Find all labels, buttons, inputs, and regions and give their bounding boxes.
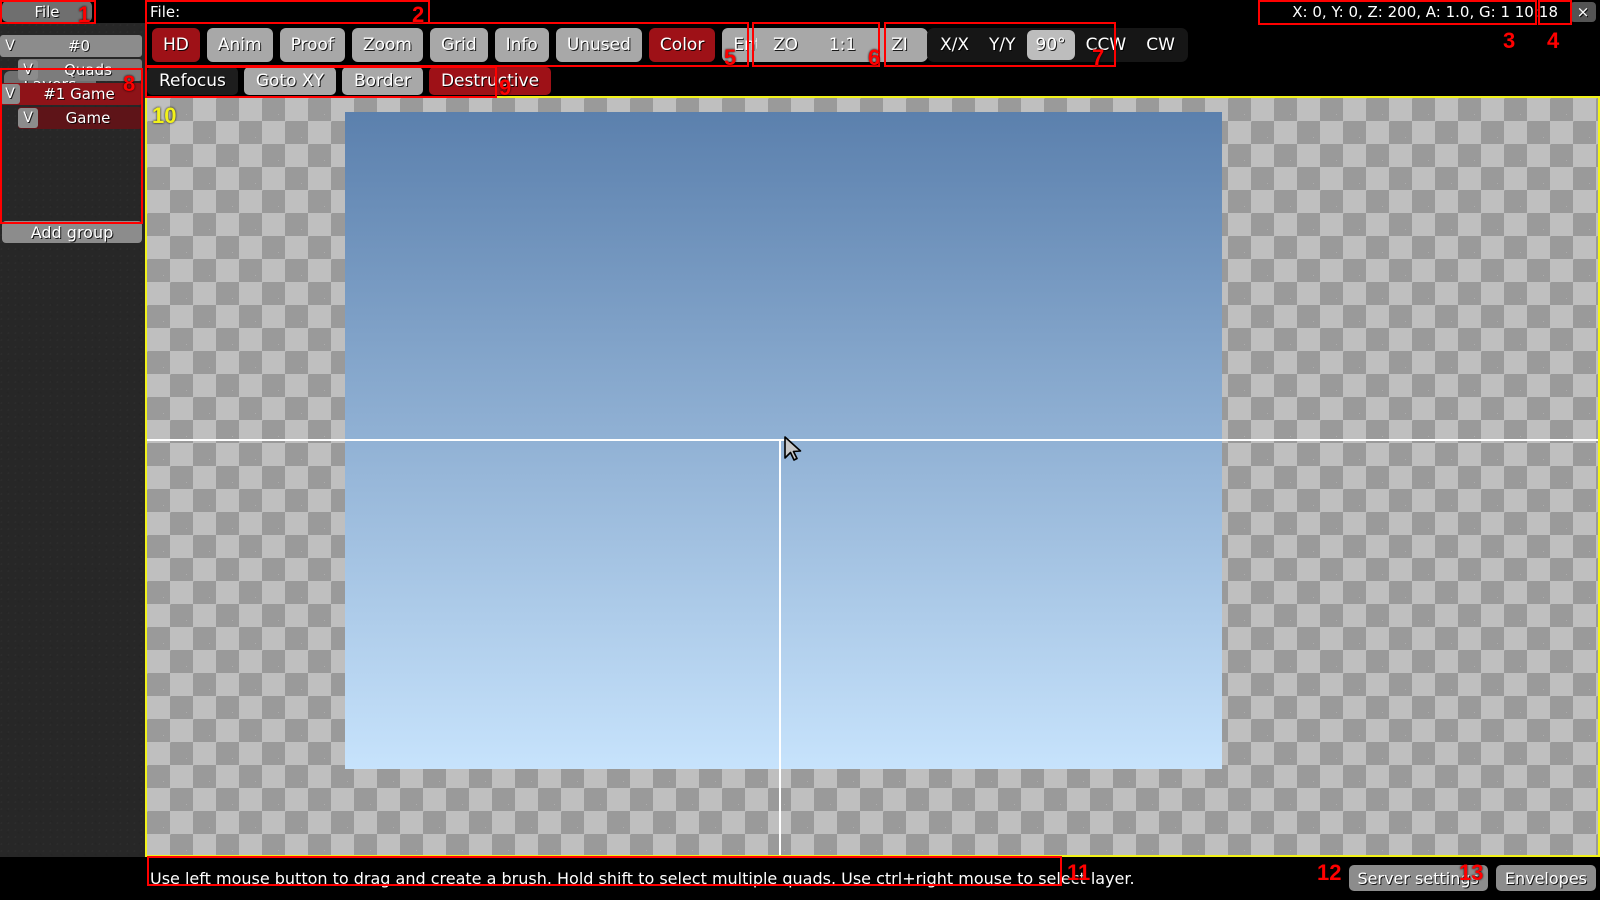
tool-button-refocus[interactable]: Refocus — [147, 67, 238, 95]
title-bar: File File: X: 0, Y: 0, Z: 200, A: 1.0, G… — [0, 0, 1600, 23]
mode-button-info[interactable]: Info — [494, 28, 549, 62]
mode-button-proof[interactable]: Proof — [279, 28, 345, 62]
status-readout: X: 0, Y: 0, Z: 200, A: 1.0, G: 1 10:18 — [1292, 2, 1558, 21]
layer-name-label: Quads — [64, 61, 112, 79]
layer-row[interactable]: V Game — [18, 107, 142, 129]
map-canvas[interactable] — [145, 96, 1600, 857]
transform-button-2[interactable]: 90° — [1026, 30, 1075, 60]
tool-button-goto-xy[interactable]: Goto XY — [243, 67, 336, 95]
layer-row[interactable]: V Quads — [18, 59, 142, 81]
layer-name-label: Game — [65, 109, 111, 127]
zoom-button-2[interactable]: ZI — [871, 28, 928, 62]
layer-row[interactable]: V #1 Game — [0, 83, 142, 105]
layer-visibility-toggle[interactable]: V — [0, 84, 20, 104]
zoom-button-group: ZO 1:1 ZI — [757, 28, 928, 62]
close-icon[interactable]: × — [1570, 2, 1596, 22]
tool-button-border[interactable]: Border — [341, 67, 423, 95]
layers-sidebar: Layers V#0VQuadsV#1 GameVGame Add group — [0, 23, 145, 900]
transform-button-3[interactable]: CCW — [1077, 30, 1136, 60]
mode-button-zoom[interactable]: Zoom — [351, 28, 423, 62]
status-bar: Use left mouse button to drag and create… — [0, 857, 1600, 900]
file-menu-button[interactable]: File — [2, 1, 92, 22]
mode-button-unused[interactable]: Unused — [555, 28, 642, 62]
layer-row[interactable]: V #0 — [0, 35, 142, 57]
transform-button-4[interactable]: CW — [1137, 30, 1184, 60]
envelopes-button[interactable]: Envelopes — [1495, 865, 1596, 891]
transform-button-0[interactable]: X/X — [931, 30, 978, 60]
transform-button-1[interactable]: Y/Y — [980, 30, 1025, 60]
hint-text: Use left mouse button to drag and create… — [150, 868, 1135, 888]
mode-button-color[interactable]: Color — [648, 28, 716, 62]
editor-window: File File: X: 0, Y: 0, Z: 200, A: 1.0, G… — [0, 0, 1600, 900]
file-path-field[interactable]: File: — [147, 1, 427, 22]
bottom-button-group: Server settings Envelopes — [1348, 865, 1596, 891]
layer-name-label: #1 Game — [43, 85, 115, 103]
layer-visibility-toggle[interactable]: V — [0, 36, 20, 56]
transform-button-group: X/X Y/Y 90° CCW CW — [927, 28, 1188, 62]
server-settings-button[interactable]: Server settings — [1348, 865, 1488, 891]
mode-button-anim[interactable]: Anim — [206, 28, 273, 62]
layer-visibility-toggle[interactable]: V — [18, 60, 38, 80]
add-group-button[interactable]: Add group — [2, 221, 142, 243]
vertical-guide-line — [779, 439, 781, 855]
zoom-button-0[interactable]: ZO — [757, 28, 814, 62]
mode-button-grid[interactable]: Grid — [429, 28, 488, 62]
zoom-button-1[interactable]: 1:1 — [814, 28, 871, 62]
layer-name-label: #0 — [67, 37, 91, 55]
toolbar-secondary: Refocus Goto XY Border Destructive — [145, 66, 1600, 96]
view-mode-button-group: HDAnimProofZoomGridInfoUnusedColorEntiti… — [152, 28, 808, 62]
horizontal-guide-line — [147, 439, 1598, 441]
tool-button-destructive[interactable]: Destructive — [428, 67, 552, 95]
toolbar-primary: HDAnimProofZoomGridInfoUnusedColorEntiti… — [145, 23, 1600, 66]
mode-button-hd[interactable]: HD — [152, 28, 200, 62]
layer-visibility-toggle[interactable]: V — [18, 108, 38, 128]
